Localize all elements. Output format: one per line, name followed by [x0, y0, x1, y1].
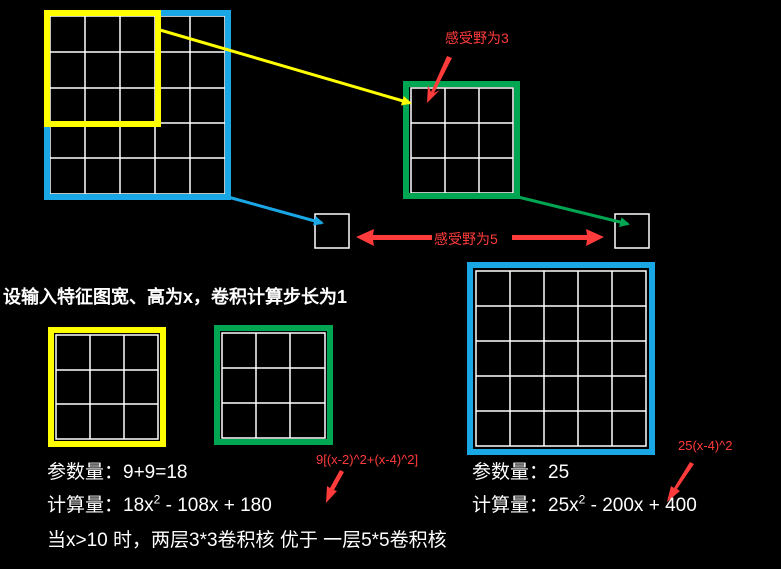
rf5-label: 感受野为5	[434, 231, 498, 247]
mid-green-frame	[403, 81, 520, 199]
input-yellow-frame-3x3	[44, 10, 161, 127]
left-compute-prefix: 计算量：	[47, 495, 124, 516]
output-cell-a	[314, 213, 350, 249]
output-cell-b	[614, 213, 650, 249]
formula-small-pointer	[326, 470, 344, 503]
rf3-pointer-arrow	[427, 56, 452, 103]
green-arrow	[517, 195, 630, 227]
right-compute-prefix: 计算量：	[472, 495, 549, 516]
right-params: 参数量：25	[472, 462, 570, 483]
bottom-blue-grid-5x5	[467, 262, 655, 455]
right-compute-b: - 200x + 400	[585, 495, 697, 516]
formula-large: 25(x-4)^2	[678, 438, 733, 453]
bottom-green-grid-3x3	[214, 325, 333, 445]
mid-grid-3x3	[410, 87, 514, 194]
rf3-label: 感受野为3	[445, 30, 509, 46]
left-compute-b: - 108x + 180	[160, 495, 272, 516]
left-params: 参数量：9+9=18	[47, 462, 188, 483]
formula-small: 9[(x-2)^2+(x-4)^2]	[316, 452, 419, 467]
heading: 设输入特征图宽、高为x，卷积计算步长为1	[3, 287, 348, 307]
right-compute: 计算量：25x2 - 200x + 400	[472, 490, 697, 517]
diagram-stage: 感受野为3 感受野为5 设输入特征图宽、高为x，卷积计算步长为1 9[(x-2)…	[0, 0, 781, 569]
right-compute-a: 25x	[548, 495, 579, 516]
bottom-yellow-grid-3x3	[48, 327, 166, 447]
conclusion: 当x>10 时，两层3*3卷积核 优于 一层5*5卷积核	[47, 530, 447, 551]
left-compute-a: 18x	[123, 495, 154, 516]
yellow-arrow	[159, 28, 412, 106]
blue-arrow	[227, 195, 324, 226]
left-compute: 计算量：18x2 - 108x + 180	[47, 490, 272, 517]
